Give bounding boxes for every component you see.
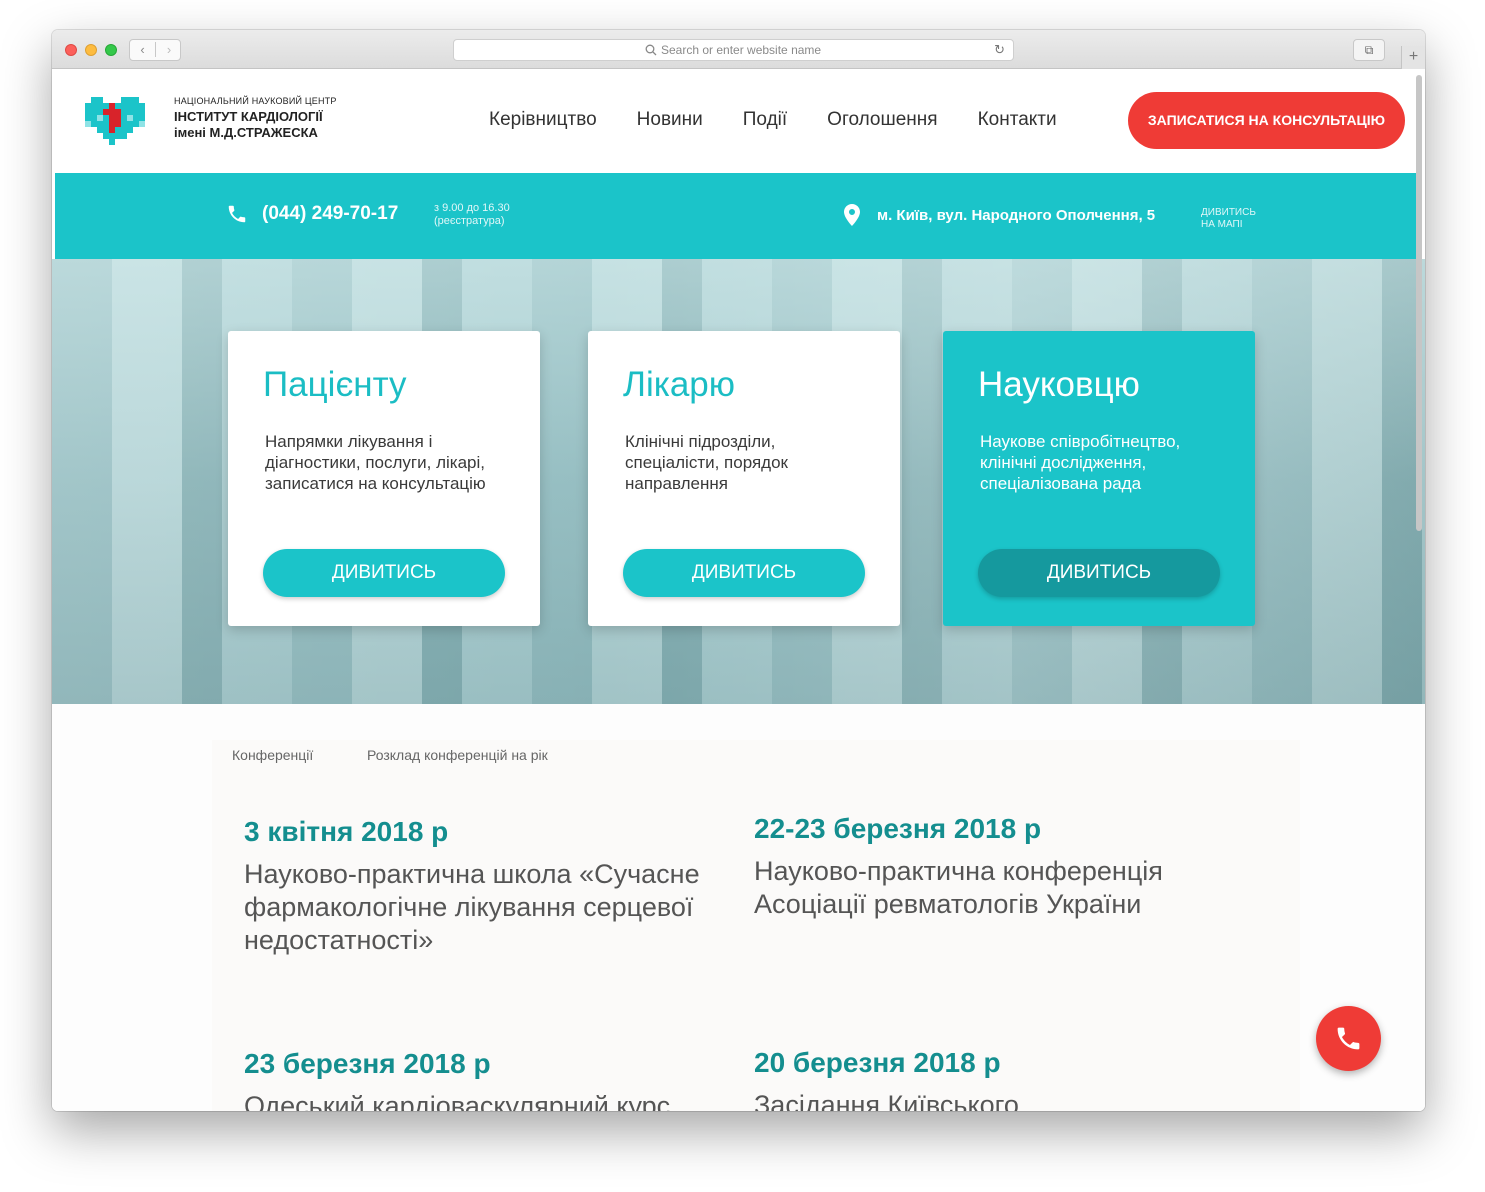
nav-leadership[interactable]: Керівництво — [489, 109, 597, 131]
card-title: Пацієнту — [263, 365, 407, 404]
address-placeholder: Search or enter website name — [661, 43, 822, 57]
event-title: Науково-практична конференція Асоціації … — [754, 856, 1163, 919]
tabs-overview-button[interactable]: ⧉ — [1353, 39, 1385, 61]
view-on-map-link[interactable]: дивитись на мапі — [1201, 207, 1256, 231]
book-consultation-button[interactable]: ЗАПИСАТИСЯ НА КОНСУЛЬТАЦІЮ — [1128, 92, 1405, 149]
event-item[interactable]: 22-23 березня 2018 р Науково-практична к… — [754, 813, 1224, 921]
card-doctor: Лікарю Клінічні підрозділи, спеціалісти,… — [588, 331, 900, 626]
tab-conferences[interactable]: Конференції — [232, 747, 313, 763]
main-nav: Керівництво Новини Події Оголошення Конт… — [489, 109, 1057, 131]
forward-button[interactable]: › — [156, 42, 182, 57]
card-view-button[interactable]: ДИВИТИСЬ — [623, 549, 865, 597]
event-date: 3 квітня 2018 р — [244, 816, 449, 847]
search-icon — [645, 44, 657, 56]
new-tab-button[interactable]: + — [1401, 46, 1425, 70]
conferences-section: Конференції Розклад конференцій на рік 3… — [52, 704, 1425, 1111]
logo-line-2: ІНСТИТУТ КАРДІОЛОГІЇ — [174, 109, 323, 124]
nav-events[interactable]: Події — [743, 109, 787, 131]
card-description: Клінічні підрозділи, спеціалісти, порядо… — [625, 432, 788, 493]
web-page: Національний науковий центр ІНСТИТУТ КАР… — [52, 69, 1425, 1111]
card-description: Напрямки лікування і діагностики, послуг… — [265, 432, 486, 493]
logo-line-3: імені М.Д.СТРАЖЕСКА — [174, 125, 318, 140]
phone-icon — [228, 205, 246, 223]
address: м. Київ, вул. Народного Ополчення, 5 — [877, 207, 1156, 224]
logo-line-1: Національний науковий центр — [174, 96, 337, 106]
event-date: 20 березня 2018 р — [754, 1047, 1001, 1078]
map-link-line-2: на мапі — [1201, 219, 1243, 230]
zoom-window-button[interactable] — [105, 44, 117, 56]
browser-titlebar: ‹ › Search or enter website name ↻ ⧉ + — [52, 30, 1425, 70]
nav-announcements[interactable]: Оголошення — [827, 109, 937, 131]
event-date: 22-23 березня 2018 р — [754, 813, 1042, 844]
hours-line-1: з 9.00 до 16.30 — [434, 202, 510, 214]
card-patient: Пацієнту Напрямки лікування і діагностик… — [228, 331, 540, 626]
address-bar[interactable]: Search or enter website name ↻ — [453, 39, 1014, 61]
event-item[interactable]: 20 березня 2018 р Засідання Київського — [754, 1047, 1224, 1111]
reload-icon[interactable]: ↻ — [994, 42, 1005, 58]
heart-logo-icon[interactable] — [85, 97, 145, 147]
phone-number[interactable]: (044) 249-70-17 — [262, 203, 398, 225]
page-scrollbar[interactable] — [1416, 75, 1422, 531]
back-button[interactable]: ‹ — [130, 42, 156, 57]
browser-window: ‹ › Search or enter website name ↻ ⧉ + Н… — [52, 30, 1425, 1111]
call-floating-button[interactable] — [1316, 1006, 1381, 1071]
map-pin-icon — [844, 204, 860, 226]
tab-conference-schedule[interactable]: Розклад конференцій на рік — [367, 747, 548, 763]
event-item[interactable]: 23 березня 2018 р Одеський кардіоваскуля… — [244, 1048, 714, 1111]
history-nav: ‹ › — [129, 39, 181, 61]
hero-section: Пацієнту Напрямки лікування і діагностик… — [52, 259, 1425, 704]
card-description: Наукове співробітнецтво, клінічні дослід… — [980, 432, 1181, 493]
card-title: Лікарю — [623, 365, 736, 404]
card-view-button[interactable]: ДИВИТИСЬ — [978, 549, 1220, 597]
event-date: 23 березня 2018 р — [244, 1048, 491, 1079]
card-title: Науковцю — [978, 365, 1140, 404]
contact-bar: (044) 249-70-17 з 9.00 до 16.30 (реєстра… — [55, 173, 1416, 259]
event-title: Засідання Київського — [754, 1090, 1019, 1111]
map-link-line-1: дивитись — [1201, 207, 1256, 218]
working-hours: з 9.00 до 16.30 (реєстратура) — [434, 202, 510, 228]
site-header: Національний науковий центр ІНСТИТУТ КАР… — [52, 69, 1425, 175]
event-title: Науково-практична школа «Сучасне фармако… — [244, 859, 700, 955]
card-view-button[interactable]: ДИВИТИСЬ — [263, 549, 505, 597]
hours-line-2: (реєстратура) — [434, 215, 505, 227]
phone-icon — [1337, 1027, 1360, 1050]
card-scientist: Науковцю Наукове співробітнецтво, клініч… — [943, 331, 1255, 626]
event-item[interactable]: 3 квітня 2018 р Науково-практична школа … — [244, 816, 714, 957]
nav-contacts[interactable]: Контакти — [978, 109, 1057, 131]
nav-news[interactable]: Новини — [637, 109, 703, 131]
minimize-window-button[interactable] — [85, 44, 97, 56]
close-window-button[interactable] — [65, 44, 77, 56]
event-title: Одеський кардіоваскулярний курс — [244, 1091, 671, 1111]
site-logo-text[interactable]: Національний науковий центр ІНСТИТУТ КАР… — [174, 96, 337, 140]
